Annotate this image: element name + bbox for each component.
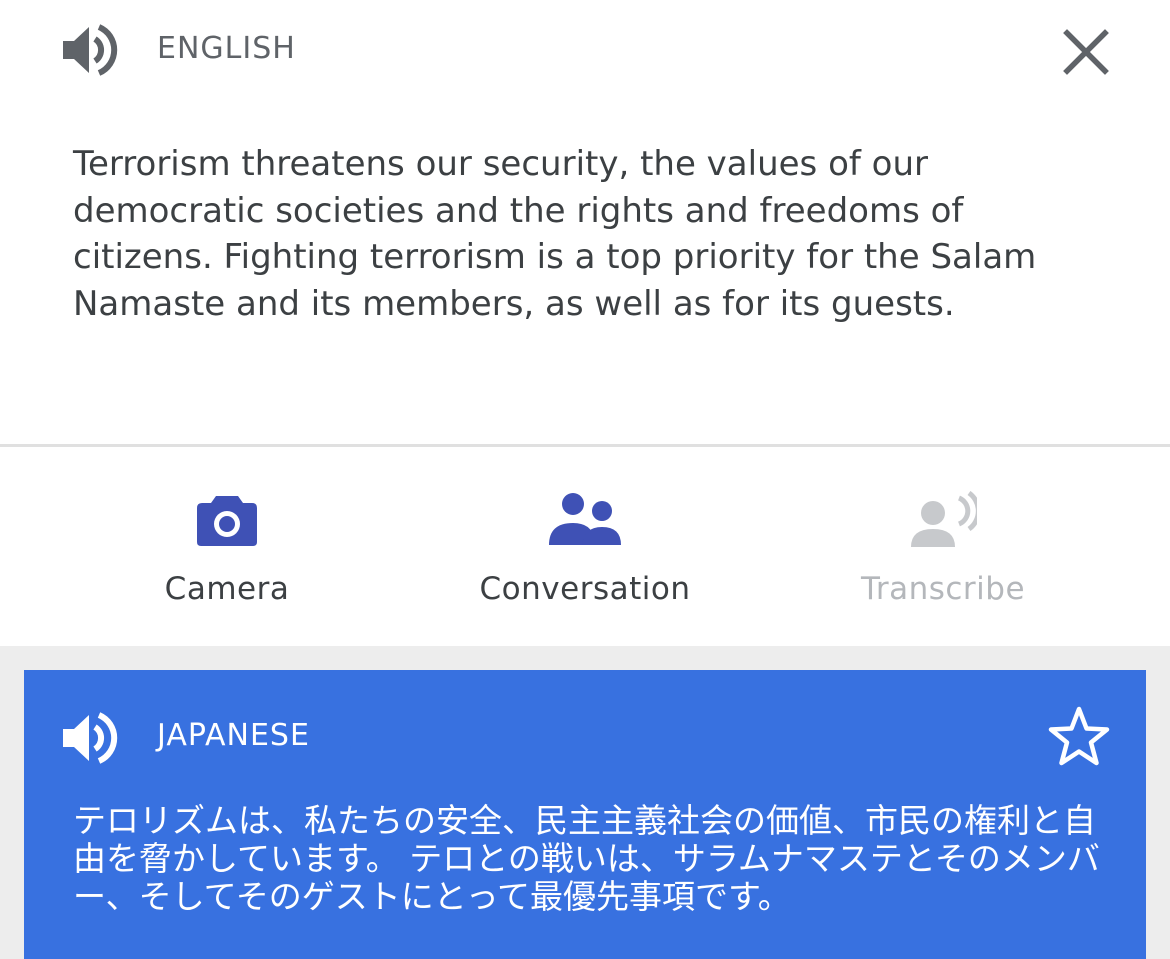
source-text[interactable]: Terrorism threatens our security, the va… bbox=[73, 141, 1113, 327]
transcribe-button[interactable]: Transcribe bbox=[793, 447, 1093, 646]
conversation-label: Conversation bbox=[479, 571, 691, 607]
translation-card: JAPANESE テロリズムは、私たちの安全、民主主義社会の価値、市民の権利と自… bbox=[24, 670, 1146, 959]
camera-icon bbox=[196, 491, 258, 551]
conversation-button[interactable]: Conversation bbox=[435, 447, 735, 646]
target-language-label[interactable]: JAPANESE bbox=[157, 718, 310, 753]
star-outline-icon[interactable] bbox=[1046, 704, 1112, 770]
translated-text[interactable]: テロリズムは、私たちの安全、民主主義社会の価値、市民の権利と自由を脅かしています… bbox=[73, 802, 1103, 916]
camera-label: Camera bbox=[164, 571, 290, 607]
volume-up-icon[interactable] bbox=[60, 22, 120, 78]
voice-person-icon bbox=[909, 490, 981, 551]
people-icon bbox=[548, 491, 622, 551]
translate-screen: ENGLISH Terrorism threatens our security… bbox=[0, 0, 1170, 959]
close-icon[interactable] bbox=[1060, 26, 1112, 78]
source-language-label[interactable]: ENGLISH bbox=[157, 31, 296, 66]
input-tools-bar: Camera Conversation Transcribe bbox=[0, 447, 1170, 646]
camera-button[interactable]: Camera bbox=[77, 447, 377, 646]
transcribe-label: Transcribe bbox=[860, 571, 1026, 607]
source-panel: ENGLISH Terrorism threatens our security… bbox=[0, 0, 1170, 447]
volume-up-icon[interactable] bbox=[60, 710, 120, 766]
